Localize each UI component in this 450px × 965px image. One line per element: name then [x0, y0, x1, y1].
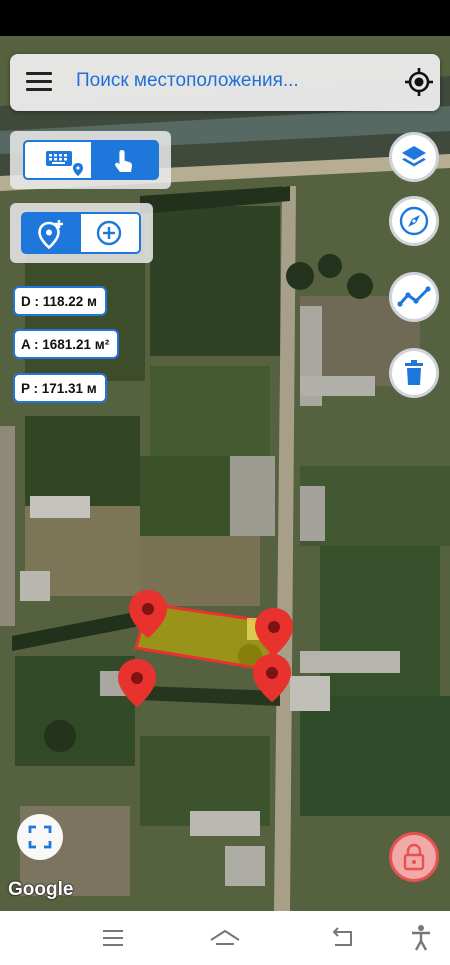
delete-button[interactable] [389, 348, 439, 398]
add-point-button[interactable] [81, 214, 139, 252]
search-bar: Поиск местоположения... [10, 54, 440, 111]
tool-toggle [21, 212, 141, 254]
trash-icon [405, 360, 423, 385]
polyline-button[interactable] [389, 272, 439, 322]
perimeter-label: P : 171.31 м [13, 373, 107, 403]
touch-input-button[interactable] [91, 142, 157, 178]
add-location-icon [38, 220, 63, 250]
search-input[interactable]: Поиск местоположения... [76, 70, 299, 92]
lock-icon [403, 843, 425, 871]
keyboard-input-button[interactable] [25, 142, 91, 178]
input-mode-toggle [23, 140, 159, 180]
compass-button[interactable] [389, 196, 439, 246]
touch-icon [115, 150, 133, 172]
status-bar [0, 0, 450, 36]
fullscreen-icon [28, 825, 52, 849]
system-nav-bar [0, 911, 450, 965]
area-label: A : 1681.21 м² [13, 329, 120, 359]
accessibility-icon[interactable] [410, 924, 432, 952]
add-marker-button[interactable] [23, 214, 81, 252]
layers-button[interactable] [389, 132, 439, 182]
compass-icon [399, 206, 429, 236]
fullscreen-button[interactable] [17, 814, 63, 860]
recent-apps-icon[interactable] [101, 927, 125, 949]
polyline-icon [397, 286, 431, 307]
google-attribution: Google [8, 879, 74, 900]
home-icon[interactable] [209, 927, 241, 949]
layers-icon [402, 146, 426, 167]
tool-panel [10, 203, 153, 263]
my-location-icon[interactable] [404, 67, 434, 97]
input-mode-panel [10, 131, 171, 189]
lock-button[interactable] [389, 832, 439, 882]
menu-icon[interactable] [26, 72, 52, 94]
add-circle-icon [96, 220, 122, 246]
distance-label: D : 118.22 м [13, 286, 108, 316]
back-icon[interactable] [330, 927, 356, 949]
keyboard-icon [46, 151, 83, 176]
